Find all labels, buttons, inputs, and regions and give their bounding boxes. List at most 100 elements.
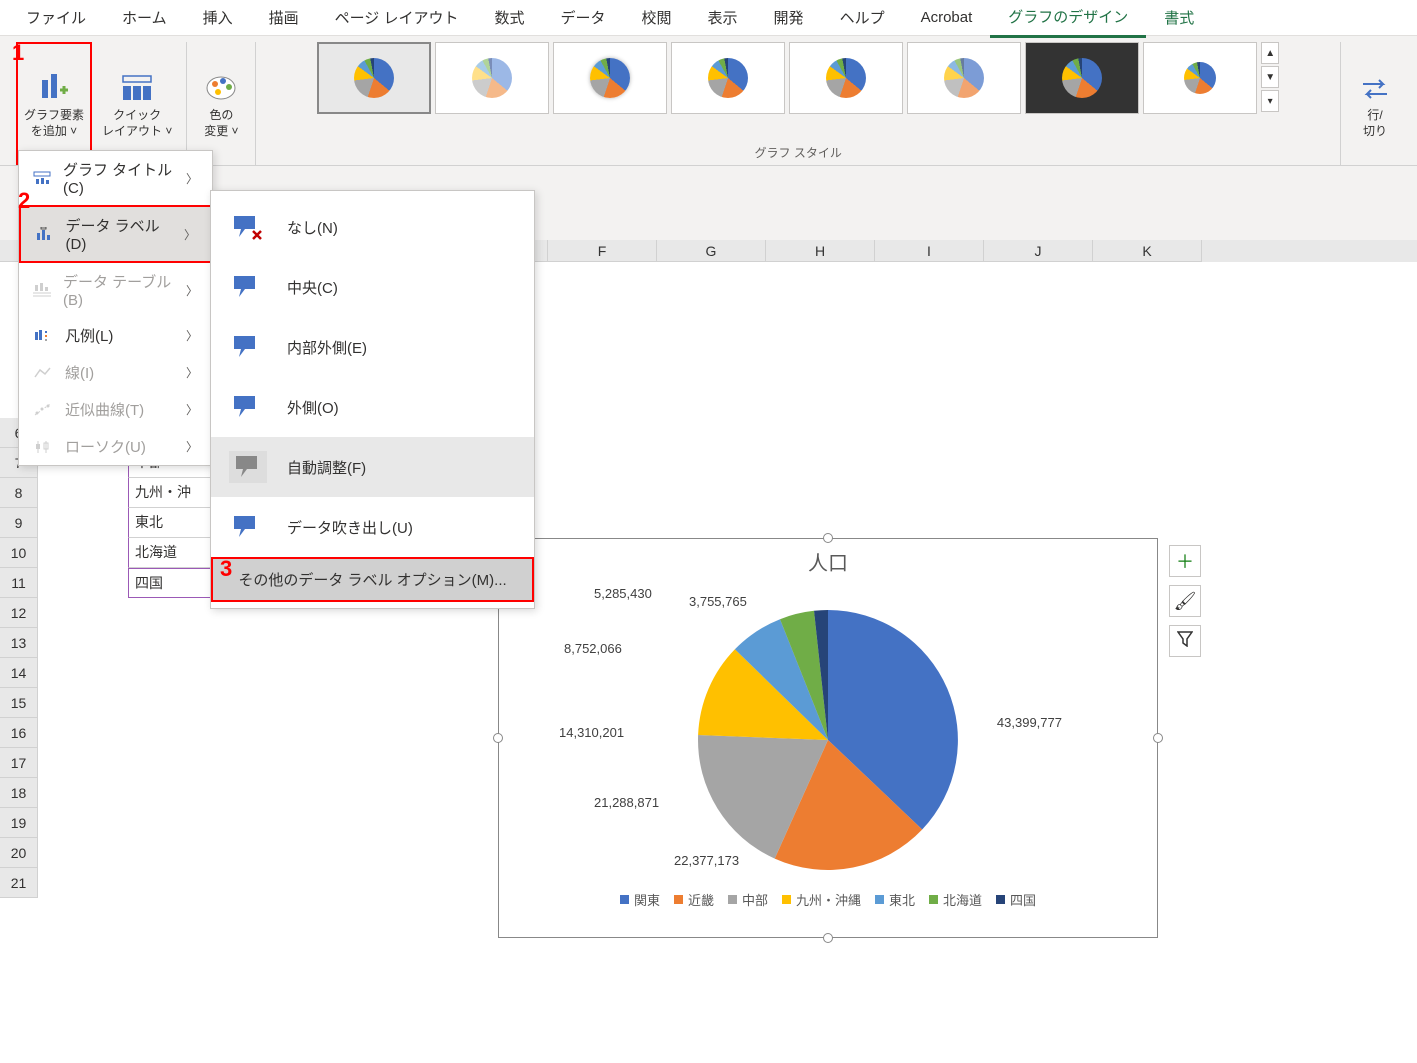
row-header[interactable]: 18	[0, 778, 38, 808]
submenu-outside-end[interactable]: 外側(O)	[211, 377, 534, 437]
chart-style-1[interactable]	[317, 42, 431, 114]
ribbon-content: グラフ要素を追加 ˅ クイックレイアウト ˅ 色の変更 ˅	[0, 36, 1417, 166]
group-chartstyles: ▲ ▼ ▾ グラフ スタイル	[256, 42, 1341, 165]
chart-style-5[interactable]	[789, 42, 903, 114]
quick-layout-button[interactable]: クイックレイアウト ˅	[96, 42, 178, 165]
chart-title-text[interactable]: 人口	[499, 539, 1157, 580]
submenu-more-options[interactable]: その他のデータ ラベル オプション(M)...	[211, 557, 534, 602]
col-header-k[interactable]: K	[1093, 240, 1202, 262]
label-chubu: 21,288,871	[594, 795, 659, 810]
col-header-i[interactable]: I	[875, 240, 984, 262]
legend-icon	[33, 328, 53, 344]
cell-b11[interactable]: 四国	[128, 568, 213, 598]
annotation-3: 3	[220, 556, 232, 582]
chart-style-4[interactable]	[671, 42, 785, 114]
col-header-f[interactable]: F	[548, 240, 657, 262]
tab-help[interactable]: ヘルプ	[822, 0, 903, 36]
row-header[interactable]: 13	[0, 628, 38, 658]
legend-shikoku: 四国	[996, 890, 1036, 909]
chart-handle-n[interactable]	[823, 533, 833, 543]
plus-icon: ＋	[1176, 548, 1194, 574]
submenu-callout[interactable]: データ吹き出し(U)	[211, 497, 534, 557]
label-callout-icon	[229, 511, 267, 543]
legend-kyushu: 九州・沖縄	[782, 890, 861, 909]
label-none-icon	[229, 211, 267, 243]
row-header[interactable]: 16	[0, 718, 38, 748]
row-header[interactable]: 10	[0, 538, 38, 568]
lines-icon	[33, 365, 53, 381]
tab-file[interactable]: ファイル	[8, 0, 104, 36]
tab-format[interactable]: 書式	[1146, 0, 1212, 36]
menu-data-labels[interactable]: データ ラベル(D)〉	[19, 205, 212, 263]
data-table-icon	[33, 282, 51, 298]
tab-developer[interactable]: 開発	[756, 0, 822, 36]
chart-style-2[interactable]	[435, 42, 549, 114]
cell-b9[interactable]: 東北	[128, 508, 213, 538]
add-chart-element-button[interactable]: グラフ要素を追加 ˅	[16, 42, 92, 165]
row-headers: 6 7 8 9 10 11 12 13 14 15 16 17 18 19 20…	[0, 418, 38, 898]
row-header[interactable]: 21	[0, 868, 38, 898]
chart-side-buttons: ＋ 🖌	[1169, 545, 1201, 657]
tab-formulas[interactable]: 数式	[476, 0, 542, 36]
col-header-h[interactable]: H	[766, 240, 875, 262]
row-header[interactable]: 11	[0, 568, 38, 598]
styles-scroll-up[interactable]: ▲	[1261, 42, 1279, 64]
trendline-icon	[33, 402, 53, 418]
chart-elements-menu: グラフ タイトル(C)〉 データ ラベル(D)〉 データ テーブル(B)〉 凡例…	[18, 150, 213, 466]
row-header[interactable]: 12	[0, 598, 38, 628]
chart-styles-button[interactable]: 🖌	[1169, 585, 1201, 617]
palette-icon	[201, 68, 241, 108]
chart-style-7[interactable]	[1025, 42, 1139, 114]
menu-chart-title[interactable]: グラフ タイトル(C)〉	[19, 151, 212, 205]
submenu-center[interactable]: 中央(C)	[211, 257, 534, 317]
chart-style-8[interactable]	[1143, 42, 1257, 114]
menu-lines: 線(I)〉	[19, 354, 212, 391]
change-color-button[interactable]: 色の変更 ˅	[195, 42, 247, 165]
tab-data[interactable]: データ	[543, 0, 624, 36]
submenu-bestfit[interactable]: 自動調整(F)	[211, 437, 534, 497]
chart-filter-button[interactable]	[1169, 625, 1201, 657]
tab-review[interactable]: 校閲	[624, 0, 690, 36]
chart-legend[interactable]: 関東 近畿 中部 九州・沖縄 東北 北海道 四国	[499, 880, 1157, 921]
row-header[interactable]: 17	[0, 748, 38, 778]
chart-handle-s[interactable]	[823, 933, 833, 943]
label-center-icon	[229, 271, 267, 303]
row-header[interactable]: 15	[0, 688, 38, 718]
tab-insert[interactable]: 挿入	[185, 0, 251, 36]
submenu-inside-end[interactable]: 内部外側(E)	[211, 317, 534, 377]
data-labels-submenu: なし(N) 中央(C) 内部外側(E) 外側(O) 自動調整(F) データ吹き出…	[210, 190, 535, 609]
switch-rowcol-button[interactable]: 行/切り	[1349, 42, 1401, 165]
label-kinki: 22,377,173	[674, 853, 739, 868]
chart-title-icon	[33, 170, 51, 186]
styles-expand[interactable]: ▾	[1261, 90, 1279, 112]
col-header-j[interactable]: J	[984, 240, 1093, 262]
tab-home[interactable]: ホーム	[104, 0, 185, 36]
label-bestfit-icon	[229, 451, 267, 483]
chart-style-6[interactable]	[907, 42, 1021, 114]
tab-draw[interactable]: 描画	[251, 0, 317, 36]
row-header[interactable]: 19	[0, 808, 38, 838]
row-header[interactable]: 14	[0, 658, 38, 688]
chart-style-3[interactable]	[553, 42, 667, 114]
cell-b10[interactable]: 北海道	[128, 538, 213, 568]
legend-tohoku: 東北	[875, 890, 915, 909]
label-kanto: 43,399,777	[997, 715, 1062, 730]
legend-chubu: 中部	[728, 890, 768, 909]
candlestick-icon	[33, 439, 53, 455]
tab-acrobat[interactable]: Acrobat	[903, 1, 991, 34]
embedded-chart[interactable]: 人口 43,399,777 22,377,173 21,288,871 14,3…	[498, 538, 1158, 938]
row-header[interactable]: 9	[0, 508, 38, 538]
col-header-g[interactable]: G	[657, 240, 766, 262]
menu-trendline: 近似曲線(T)〉	[19, 391, 212, 428]
styles-scroll-down[interactable]: ▼	[1261, 66, 1279, 88]
row-header[interactable]: 8	[0, 478, 38, 508]
tab-pagelayout[interactable]: ページ レイアウト	[317, 0, 477, 36]
chart-elements-button[interactable]: ＋	[1169, 545, 1201, 577]
submenu-none[interactable]: なし(N)	[211, 197, 534, 257]
row-header[interactable]: 20	[0, 838, 38, 868]
tab-view[interactable]: 表示	[690, 0, 756, 36]
cell-b8[interactable]: 九州・沖	[128, 478, 213, 508]
label-outsideend-icon	[229, 391, 267, 423]
tab-chartdesign[interactable]: グラフのデザイン	[990, 0, 1146, 38]
menu-legend[interactable]: 凡例(L)〉	[19, 317, 212, 354]
